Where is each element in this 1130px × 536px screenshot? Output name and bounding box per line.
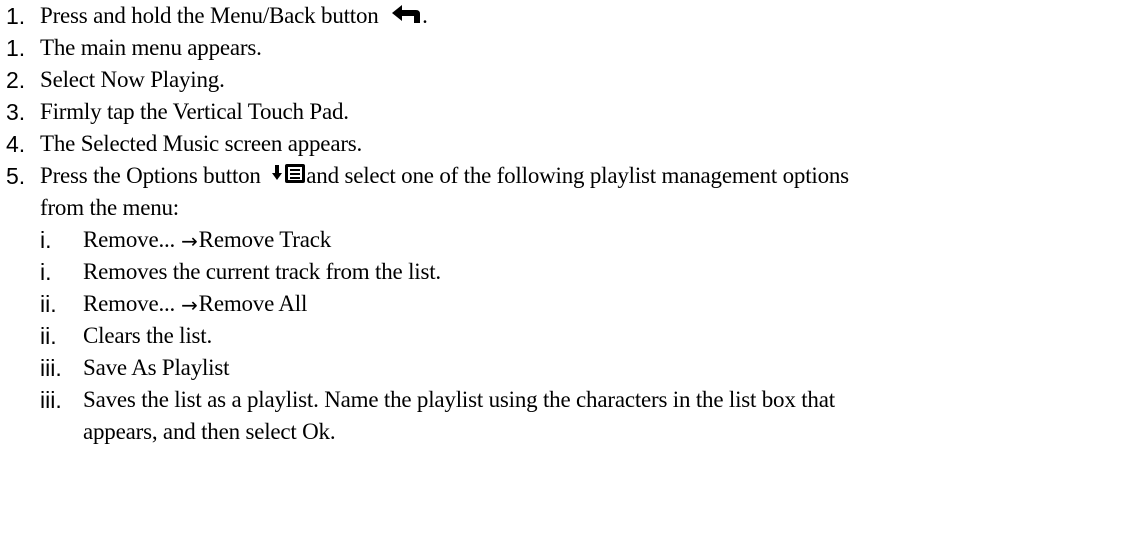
step-text: The main menu appears. [40, 35, 262, 60]
substep-number: ii. [40, 291, 57, 317]
substep-text-end: Remove All [198, 291, 308, 316]
step-number: 3. [6, 99, 26, 125]
step-text: Press and hold the Menu/Back button [40, 3, 379, 28]
step-text: Press the Options button [40, 163, 261, 188]
step-number: 4. [6, 131, 26, 157]
substep-number: i. [40, 227, 52, 253]
substep-number: i. [40, 259, 52, 285]
substep-number: ii. [40, 323, 57, 349]
substep-text: Clears the list. [83, 323, 213, 348]
right-arrow-icon: → [181, 293, 198, 317]
substep-text: Save As Playlist [83, 355, 230, 380]
options-icon [272, 162, 306, 194]
substep-text: Remove... [83, 227, 176, 252]
step-text: The Selected Music screen appears. [40, 131, 363, 156]
step-text-end: . [422, 3, 428, 28]
substep-text: Removes the current track from the list. [83, 259, 441, 284]
substep-text-cont: appears, and then select Ok. [83, 419, 336, 444]
step-text: Select Now Playing. [40, 67, 225, 92]
step-number: 5. [6, 163, 26, 189]
substep-text: Saves the list as a playlist. Name the p… [83, 387, 835, 412]
step-text-end: and select one of the following playlist… [306, 163, 849, 188]
substep-number: iii. [40, 355, 62, 381]
step-number: 1. [6, 35, 26, 61]
step-number: 1. [6, 3, 26, 29]
substep-text-end: Remove Track [198, 227, 332, 252]
substep-number: iii. [40, 387, 62, 413]
step-text: Firmly tap the Vertical Touch Pad. [40, 99, 349, 124]
back-arrow-icon [390, 2, 422, 34]
right-arrow-icon: → [181, 229, 198, 253]
step-text-cont: from the menu: [40, 195, 179, 220]
substep-text: Remove... [83, 291, 176, 316]
step-number: 2. [6, 67, 26, 93]
